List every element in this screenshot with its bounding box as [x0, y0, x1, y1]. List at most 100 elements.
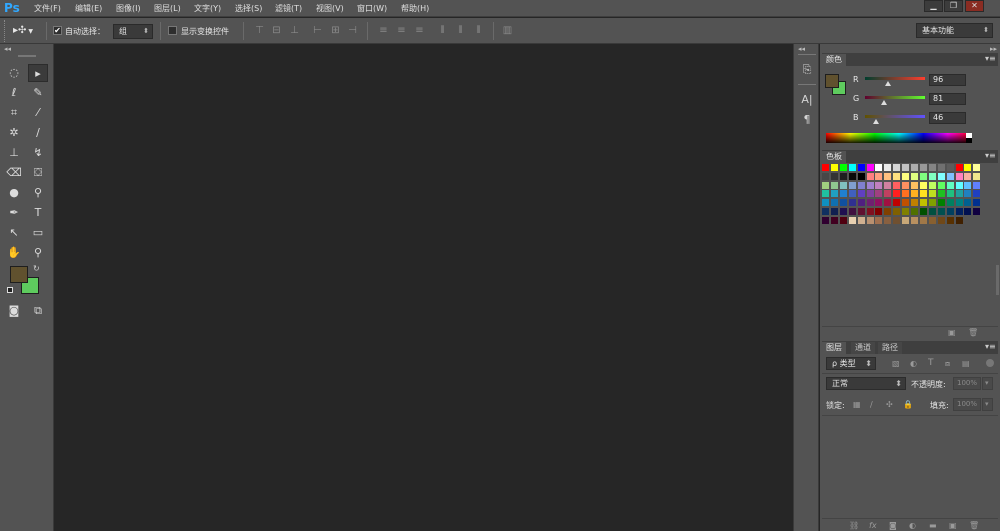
opacity-input[interactable]: 100%: [953, 377, 981, 390]
menu-item[interactable]: 编辑(E): [75, 3, 102, 14]
auto-select-checkbox[interactable]: ✔: [53, 26, 62, 35]
tab-channels[interactable]: 通道: [851, 342, 875, 354]
tab-swatches[interactable]: 色板: [822, 151, 846, 163]
swatch-cell[interactable]: [911, 172, 918, 180]
document-canvas-area[interactable]: [55, 44, 793, 531]
swatch-cell[interactable]: [884, 199, 892, 207]
align-top-icon[interactable]: ⊤: [253, 24, 266, 37]
swatch-cell[interactable]: [919, 164, 927, 171]
lock-all-icon[interactable]: 🔒: [903, 400, 913, 409]
filter-toggle-icon[interactable]: [986, 359, 994, 367]
link-layers-icon[interactable]: ⛓: [849, 521, 859, 530]
clone-stamp-tool-icon[interactable]: ⊥: [4, 144, 24, 162]
swatch-cell[interactable]: [830, 181, 838, 189]
filter-adjustment-icon[interactable]: ◐: [910, 359, 917, 368]
swatch-cell[interactable]: [884, 172, 892, 180]
swatch-cell[interactable]: [937, 172, 945, 180]
swatch-cell[interactable]: [875, 172, 883, 180]
swatch-cell[interactable]: [839, 199, 847, 207]
swatch-cell[interactable]: [919, 190, 927, 198]
swatch-cell[interactable]: [839, 208, 847, 215]
tab-layers[interactable]: 图层: [822, 342, 846, 354]
swatch-cell[interactable]: [964, 181, 972, 189]
swatch-cell[interactable]: [893, 208, 901, 215]
swatch-cell[interactable]: [964, 208, 972, 215]
swatch-cell[interactable]: [928, 216, 936, 224]
swatch-cell[interactable]: [830, 199, 838, 207]
layer-filter-kind-dropdown[interactable]: ρ 类型 ⬍: [826, 357, 876, 370]
swatch-cell[interactable]: [866, 164, 874, 171]
type-tool-icon[interactable]: T: [28, 204, 48, 222]
minimize-button[interactable]: ▁: [924, 0, 943, 12]
align-right-icon[interactable]: ⊣: [346, 24, 359, 37]
distribute-bottom-icon[interactable]: ≡: [413, 24, 426, 37]
swatch-cell[interactable]: [919, 208, 927, 215]
trash-icon[interactable]: 🗑: [968, 328, 978, 337]
panel-grip[interactable]: [798, 54, 816, 56]
swatch-cell[interactable]: [955, 199, 963, 207]
color-channel-value-input[interactable]: 46: [929, 112, 966, 124]
swatch-cell[interactable]: [946, 181, 954, 189]
swatch-cell[interactable]: [911, 164, 918, 171]
swatch-cell[interactable]: [822, 181, 829, 189]
swatch-cell[interactable]: [866, 181, 874, 189]
align-bottom-icon[interactable]: ⊥: [288, 24, 301, 37]
new-group-icon[interactable]: ▬: [929, 521, 937, 530]
quick-mask-icon[interactable]: ◙: [4, 302, 24, 320]
swatch-cell[interactable]: [964, 190, 972, 198]
swatch-cell[interactable]: [893, 172, 901, 180]
foreground-color-swatch[interactable]: [10, 266, 28, 283]
swatch-cell[interactable]: [946, 216, 954, 224]
swatch-cell[interactable]: [893, 190, 901, 198]
paragraph-panel-icon[interactable]: ¶: [799, 112, 815, 128]
distribute-top-icon[interactable]: ≡: [377, 24, 390, 37]
swatch-cell[interactable]: [902, 216, 910, 224]
menu-item[interactable]: 滤镜(T): [275, 3, 302, 14]
swatch-cell[interactable]: [857, 164, 865, 171]
swatch-cell[interactable]: [955, 181, 963, 189]
distribute-left-icon[interactable]: ⫴: [436, 24, 449, 37]
swatch-cell[interactable]: [830, 164, 838, 171]
swatch-cell[interactable]: [946, 208, 954, 215]
add-mask-icon[interactable]: ◙: [889, 521, 897, 530]
swatch-cell[interactable]: [866, 216, 874, 224]
adjustment-layer-icon[interactable]: ◐: [909, 521, 916, 530]
swatch-cell[interactable]: [848, 216, 856, 224]
swatch-cell[interactable]: [902, 164, 910, 171]
swatch-cell[interactable]: [928, 190, 936, 198]
swatch-cell[interactable]: [830, 208, 838, 215]
options-grip[interactable]: [4, 20, 8, 42]
swatch-cell[interactable]: [964, 172, 972, 180]
swatch-cell[interactable]: [857, 208, 865, 215]
quick-selection-tool-icon[interactable]: ✎: [28, 84, 48, 102]
swatch-cell[interactable]: [937, 199, 945, 207]
swatch-cell[interactable]: [875, 199, 883, 207]
color-panel-foreground-swatch[interactable]: [825, 74, 839, 88]
menu-item[interactable]: 图层(L): [154, 3, 181, 14]
swatch-cell[interactable]: [893, 199, 901, 207]
slider-thumb-icon[interactable]: [872, 119, 879, 124]
swatch-cell[interactable]: [893, 181, 901, 189]
swatch-cell[interactable]: [884, 181, 892, 189]
rectangle-tool-icon[interactable]: ▭: [28, 224, 48, 242]
lock-position-icon[interactable]: ✣: [886, 400, 893, 409]
swatch-cell[interactable]: [919, 216, 927, 224]
swatch-cell[interactable]: [911, 199, 918, 207]
swatch-cell[interactable]: [928, 199, 936, 207]
swatch-cell[interactable]: [866, 172, 874, 180]
swatch-cell[interactable]: [955, 208, 963, 215]
swatch-cell[interactable]: [839, 164, 847, 171]
swatch-cell[interactable]: [866, 208, 874, 215]
color-channel-slider[interactable]: [865, 115, 925, 118]
swatch-cell[interactable]: [928, 172, 936, 180]
pen-tool-icon[interactable]: ✒: [4, 204, 24, 222]
swatch-cell[interactable]: [902, 199, 910, 207]
swatch-cell[interactable]: [875, 164, 883, 171]
swatch-cell[interactable]: [857, 190, 865, 198]
swatch-cell[interactable]: [857, 172, 865, 180]
screen-mode-icon[interactable]: ⧉: [28, 302, 48, 320]
menu-item[interactable]: 视图(V): [316, 3, 344, 14]
hand-tool-icon[interactable]: ✋: [4, 244, 24, 262]
panel-grip[interactable]: [18, 55, 36, 57]
swatch-cell[interactable]: [937, 164, 945, 171]
